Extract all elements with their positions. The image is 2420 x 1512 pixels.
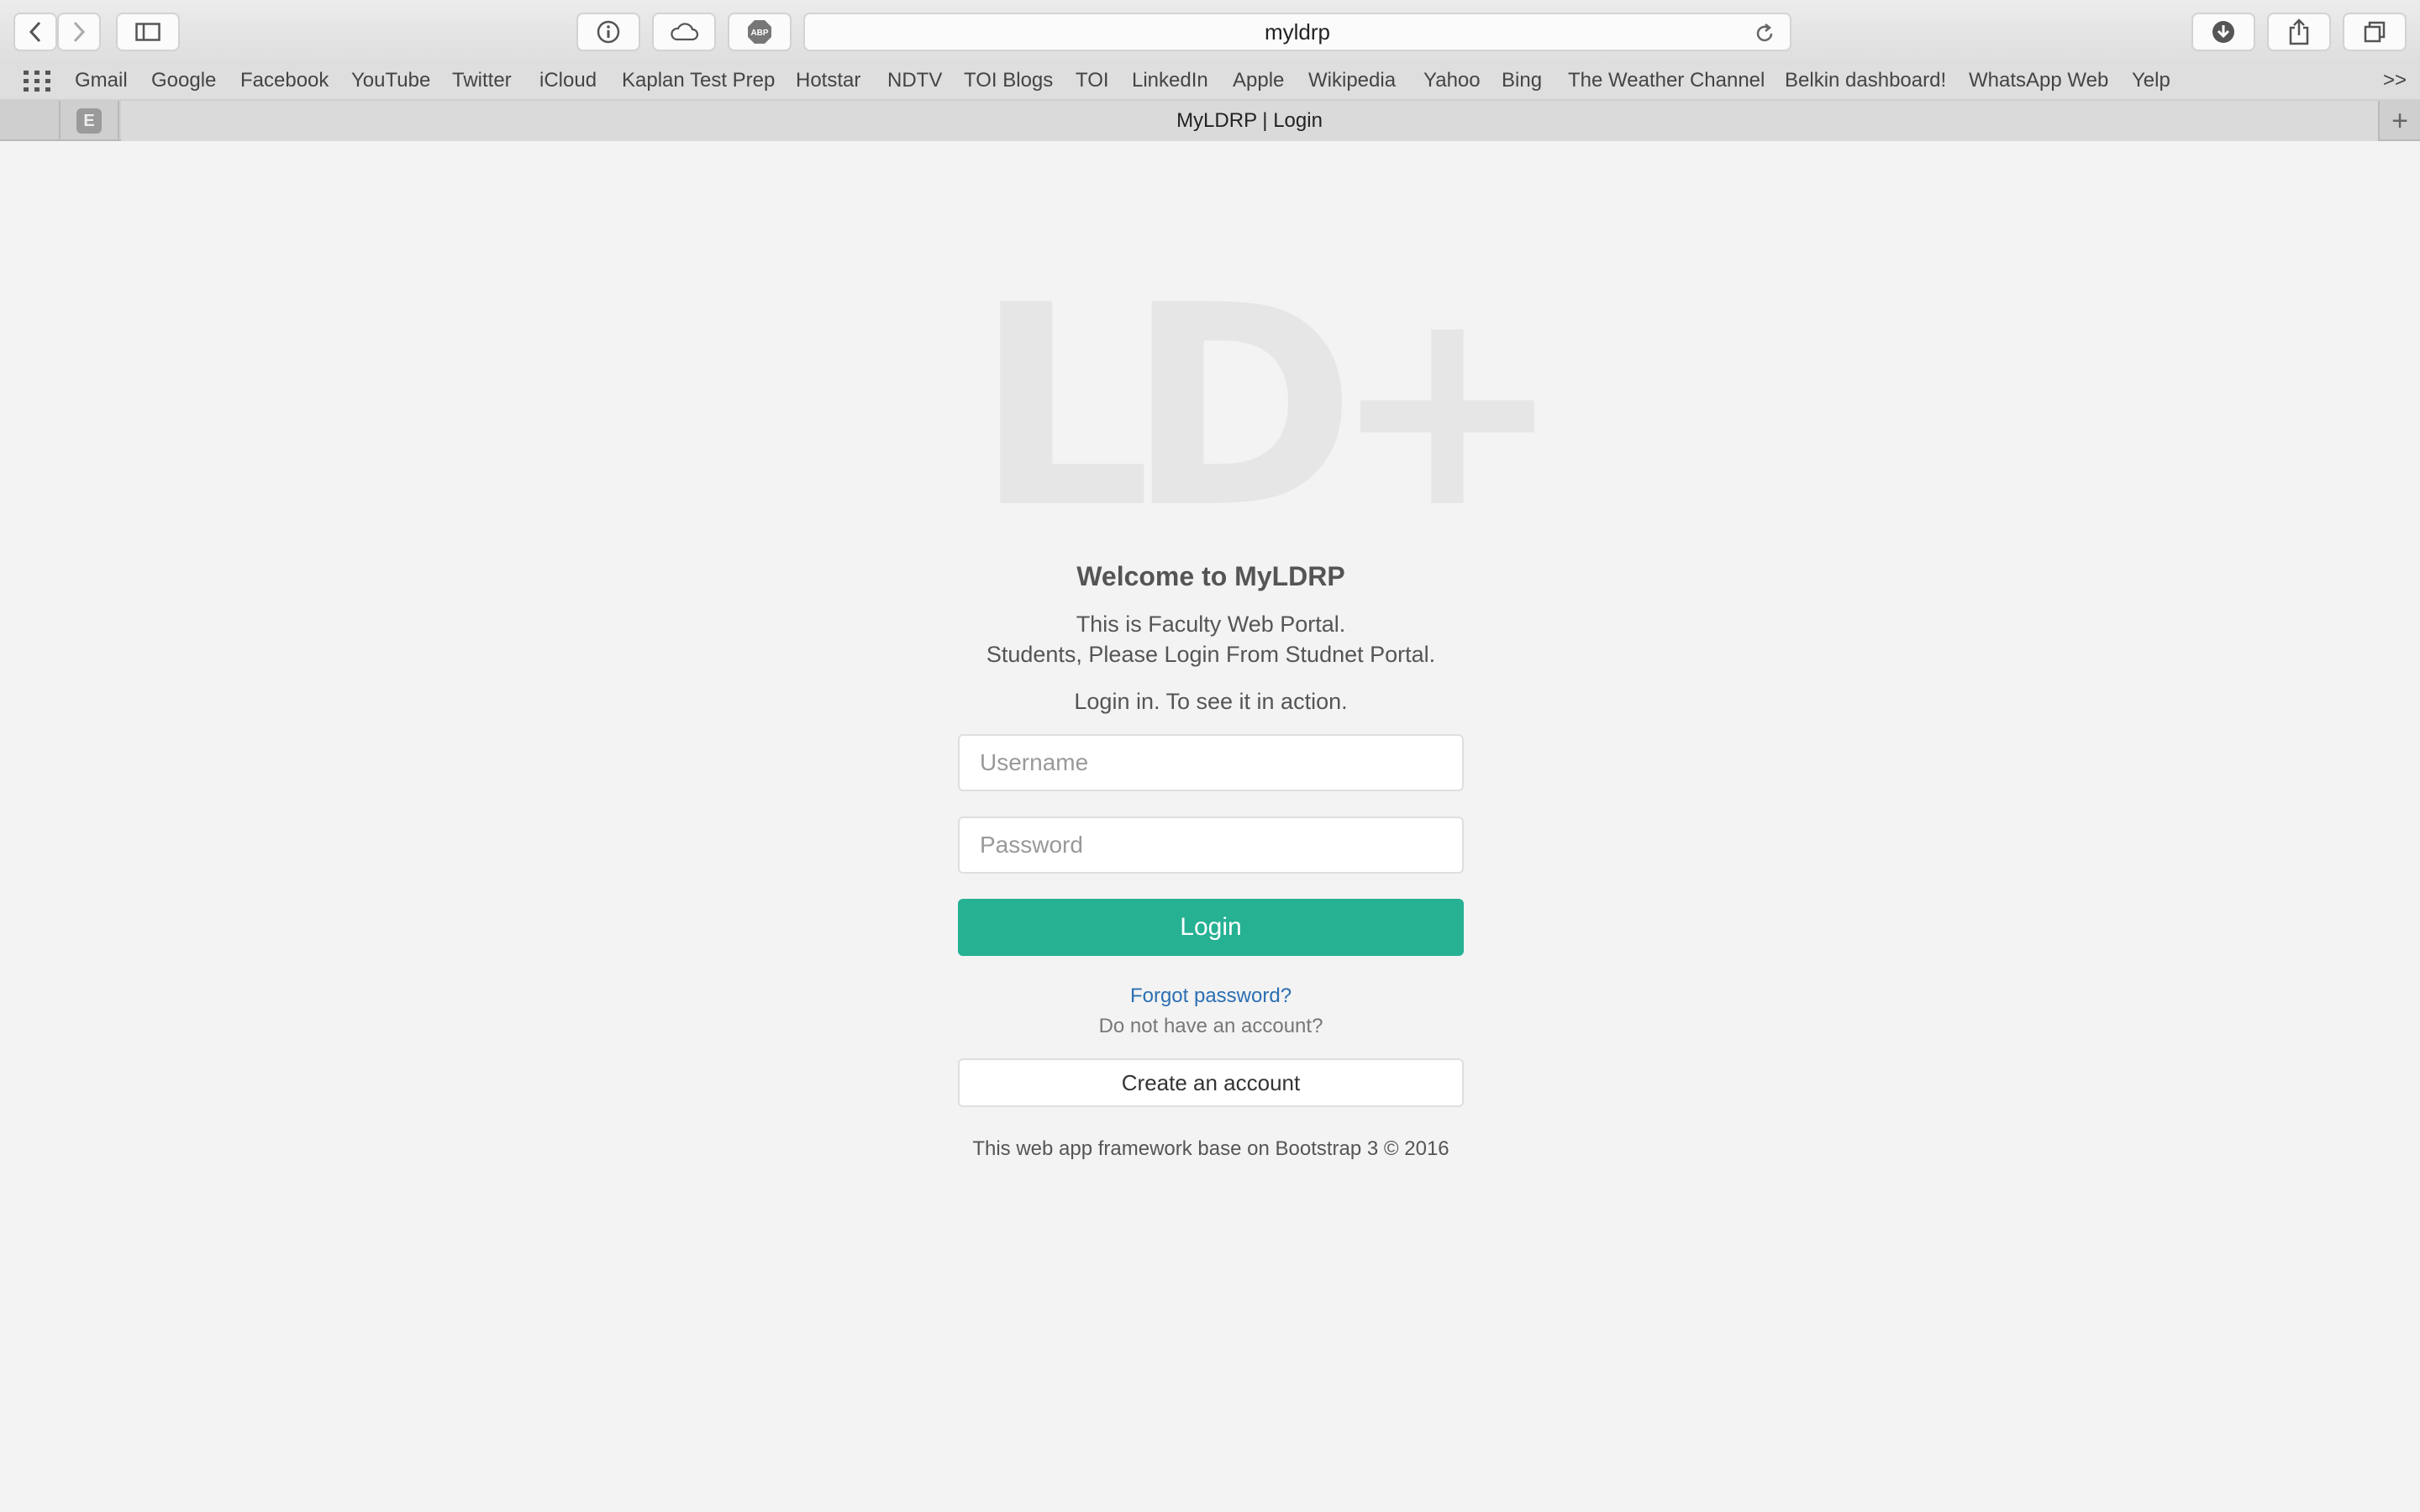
share-icon [2289,18,2309,45]
forward-icon [73,21,86,43]
bookmark-linkedin[interactable]: LinkedIn [1132,69,1208,92]
bookmark-ndtv[interactable]: NDTV [887,69,942,92]
forgot-password-link[interactable]: Forgot password? [958,984,1464,1008]
tab-title: MyLDRP | Login [1176,109,1323,132]
footer-text: This web app framework base on Bootstrap… [972,1137,1449,1160]
info-button[interactable] [576,13,640,51]
logo: LD+ [975,246,1564,569]
share-button[interactable] [2267,13,2331,51]
browser-toolbar: ABP myldrp [0,0,2420,62]
username-input[interactable] [958,734,1464,791]
bookmark-icloud[interactable]: iCloud [539,69,597,92]
cloud-icon [671,23,699,41]
bookmark-hotstar[interactable]: Hotstar [796,69,860,92]
password-input[interactable] [958,816,1464,874]
bookmark-weather-channel[interactable]: The Weather Channel [1568,69,1765,92]
bookmark-facebook[interactable]: Facebook [240,69,329,92]
bookmark-apple[interactable]: Apple [1233,69,1284,92]
sidebar-icon [135,23,160,41]
downloads-button[interactable] [2191,13,2255,51]
subtitle-login-hint: Login in. To see it in action. [1074,689,1348,714]
url-text: myldrp [1264,18,1330,45]
download-icon [2212,21,2234,43]
bookmark-yelp[interactable]: Yelp [2132,69,2170,92]
top-sites-grid-icon[interactable] [24,71,50,92]
bookmark-kaplan[interactable]: Kaplan Test Prep [622,69,775,92]
bookmark-bing[interactable]: Bing [1502,69,1542,92]
adblock-label: ABP [750,29,768,38]
back-button[interactable] [13,13,57,51]
no-account-text: Do not have an account? [1098,1015,1323,1037]
icloud-tabs-button[interactable] [652,13,716,51]
forward-button[interactable] [57,13,101,51]
bookmark-twitter[interactable]: Twitter [452,69,512,92]
tab-active[interactable]: MyLDRP | Login [121,101,2380,141]
bookmarks-bar: Gmail Google Facebook YouTube Twitter iC… [0,62,2420,101]
pinned-tab[interactable]: E [59,101,119,141]
bookmark-wikipedia[interactable]: Wikipedia [1308,69,1396,92]
address-bar[interactable]: myldrp [803,13,1791,51]
adblock-button[interactable]: ABP [728,13,792,51]
tab-bar: E MyLDRP | Login + [0,101,2420,141]
new-tab-button[interactable]: + [2380,101,2420,141]
bookmark-youtube[interactable]: YouTube [351,69,430,92]
tabs-overview-icon [2364,21,2386,43]
bookmark-yahoo[interactable]: Yahoo [1423,69,1481,92]
login-button[interactable]: Login [958,899,1464,956]
adblock-icon: ABP [748,20,771,44]
subtitle-faculty: This is Faculty Web Portal. [1076,612,1346,637]
info-icon [597,20,620,44]
bookmark-belkin[interactable]: Belkin dashboard! [1785,69,1946,92]
bookmark-toi-blogs[interactable]: TOI Blogs [964,69,1053,92]
subtitle-students: Students, Please Login From Studnet Port… [986,642,1436,667]
bookmark-google[interactable]: Google [151,69,216,92]
back-icon [29,21,41,43]
bookmark-toi[interactable]: TOI [1076,69,1109,92]
reload-icon[interactable] [1753,22,1776,45]
sidebar-button[interactable] [116,13,180,51]
tabs-overview-button[interactable] [2343,13,2407,51]
pinned-tab-icon: E [76,108,102,134]
page-title: Welcome to MyLDRP [1076,561,1345,591]
bookmark-gmail[interactable]: Gmail [75,69,128,92]
create-account-button[interactable]: Create an account [958,1058,1464,1107]
bookmarks-overflow-icon[interactable]: >> [2383,69,2407,92]
bookmark-whatsapp-web[interactable]: WhatsApp Web [1969,69,2108,92]
